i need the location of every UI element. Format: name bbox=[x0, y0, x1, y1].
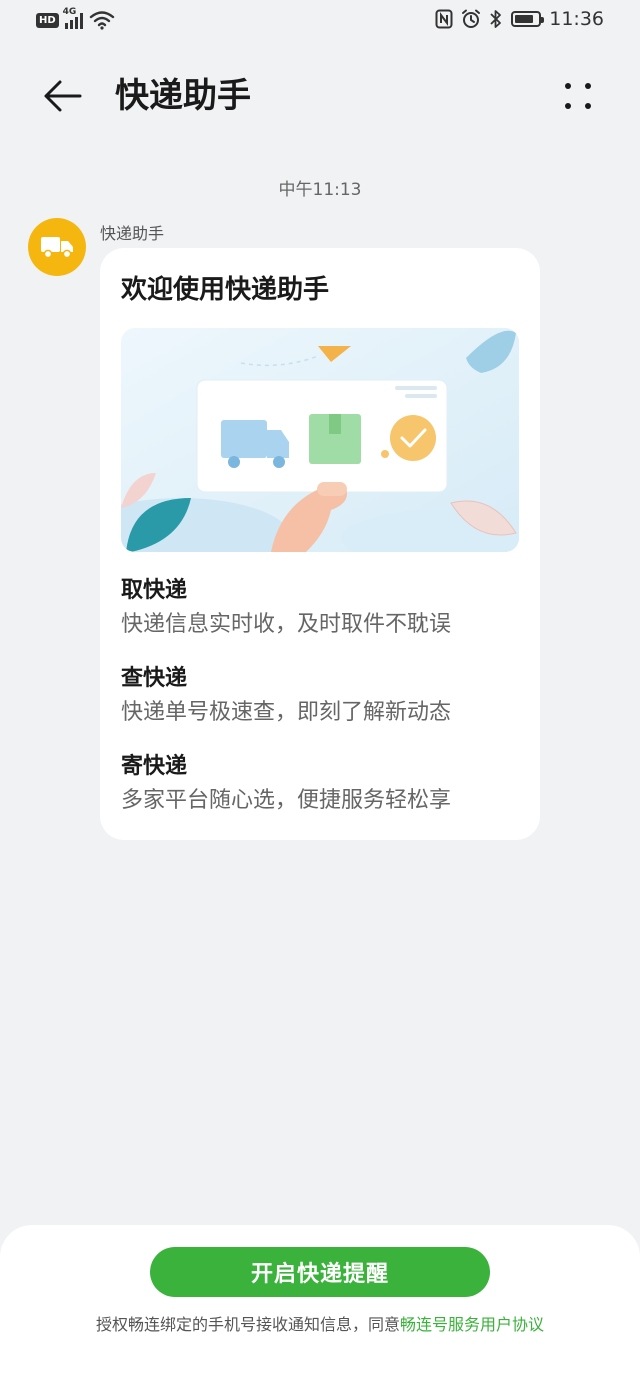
page-title: 快递助手 bbox=[115, 76, 251, 116]
more-button[interactable] bbox=[560, 78, 596, 114]
feature-title: 查快递 bbox=[121, 666, 188, 691]
message-card[interactable]: 欢迎使用快递助手 取快递 快递信息实时收，及时取件不耽误 查快递 快递单号极速查… bbox=[100, 248, 540, 840]
network-type: 4G bbox=[62, 7, 77, 17]
enable-reminder-button[interactable]: 开启快递提醒 bbox=[150, 1247, 490, 1297]
title-bar: 快递助手 bbox=[0, 60, 640, 130]
feature-desc: 快递单号极速查，即刻了解新动态 bbox=[121, 700, 452, 725]
sender-name: 快递助手 bbox=[100, 224, 165, 243]
status-bar: HD 4G 11:36 bbox=[0, 0, 640, 44]
back-button[interactable] bbox=[40, 74, 84, 118]
message-timestamp: 中午11:13 bbox=[278, 180, 362, 200]
status-left: HD 4G bbox=[36, 7, 115, 30]
banner-image bbox=[121, 328, 519, 552]
hd-badge: HD bbox=[36, 12, 59, 28]
alarm-icon bbox=[462, 9, 481, 28]
feature-send: 寄快递 多家平台随心选，便捷服务轻松享 bbox=[121, 752, 519, 818]
user-agreement-link[interactable]: 畅连号服务用户协议 bbox=[400, 1315, 544, 1334]
status-time: 11:36 bbox=[549, 8, 604, 30]
more-dots-icon bbox=[565, 83, 591, 109]
arrow-left-icon bbox=[44, 80, 82, 112]
truck-icon bbox=[41, 237, 73, 259]
feature-track: 查快递 快递单号极速查，即刻了解新动态 bbox=[121, 664, 519, 730]
feature-title: 取快递 bbox=[121, 578, 188, 603]
signal-icon: 4G bbox=[63, 7, 83, 29]
feature-title: 寄快递 bbox=[121, 754, 188, 779]
feature-pickup: 取快递 快递信息实时收，及时取件不耽误 bbox=[121, 576, 519, 642]
wifi-icon bbox=[89, 11, 114, 30]
battery-icon bbox=[511, 11, 545, 27]
card-title: 欢迎使用快递助手 bbox=[121, 275, 330, 305]
bluetooth-icon bbox=[490, 10, 502, 28]
feature-desc: 快递信息实时收，及时取件不耽误 bbox=[121, 612, 452, 637]
nfc-icon bbox=[435, 9, 453, 29]
agreement-text: 授权畅连绑定的手机号接收通知信息，同意畅连号服务用户协议 bbox=[80, 1313, 560, 1337]
bottom-sheet: 开启快递提醒 授权畅连绑定的手机号接收通知信息，同意畅连号服务用户协议 bbox=[0, 1225, 640, 1387]
agreement-prefix: 授权畅连绑定的手机号接收通知信息，同意 bbox=[95, 1315, 400, 1334]
avatar[interactable] bbox=[28, 218, 86, 276]
feature-desc: 多家平台随心选，便捷服务轻松享 bbox=[121, 788, 452, 813]
status-right: 11:36 bbox=[435, 8, 604, 30]
